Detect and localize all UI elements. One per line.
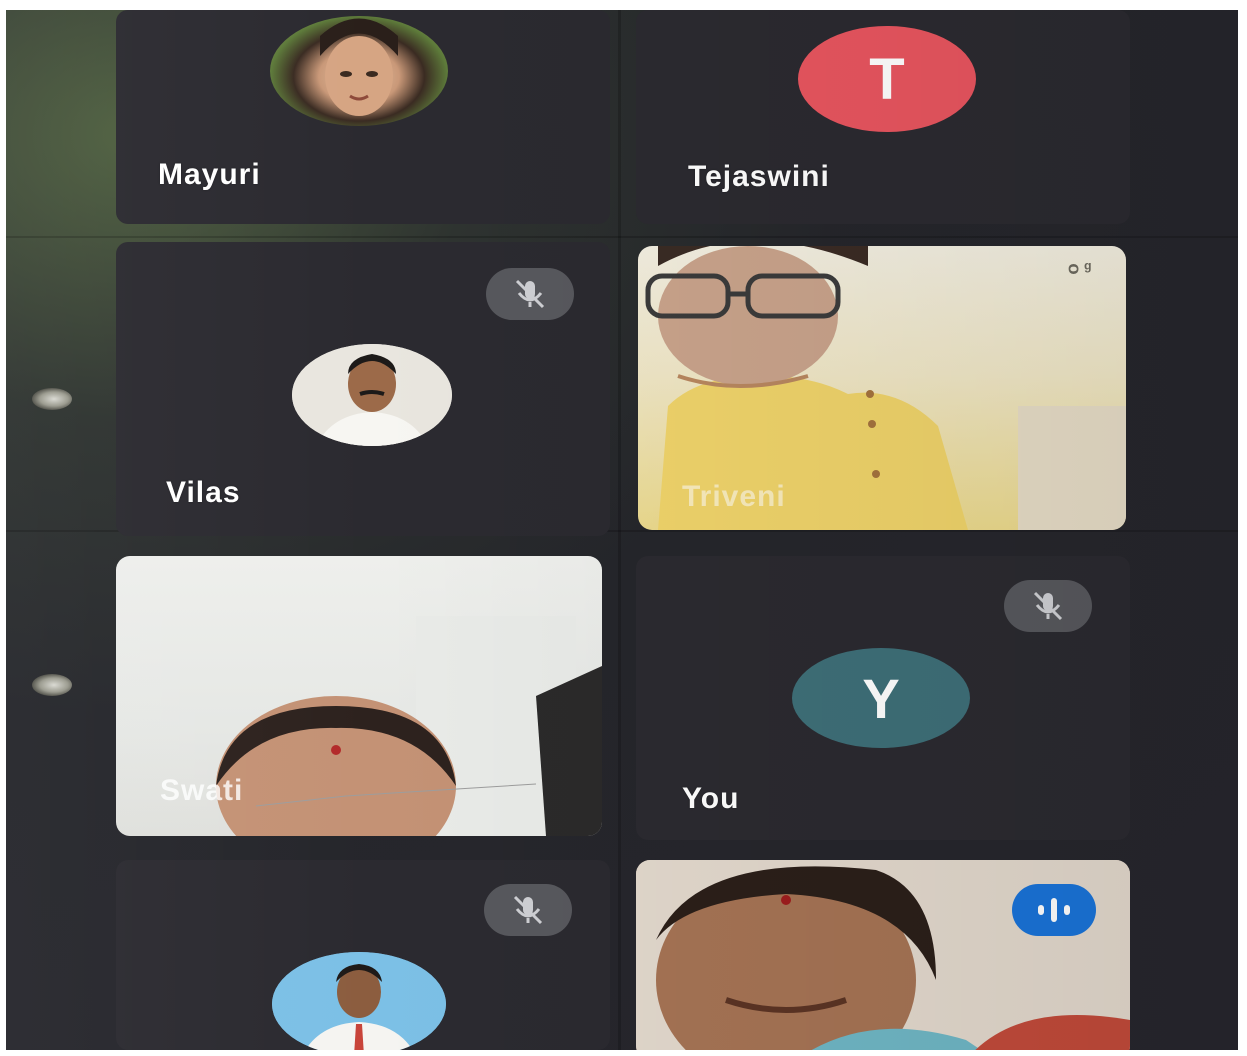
- avatar-initial: T: [798, 26, 976, 132]
- mic-off-icon: [484, 884, 572, 936]
- meeting-photo: Mayuri T Tejaswini Vilas ᴑ ᵍ Triveni Swa…: [6, 10, 1238, 1050]
- audio-level-icon: [1012, 884, 1096, 936]
- participant-name: Triveni: [682, 480, 786, 513]
- participant-tile-7[interactable]: [116, 860, 610, 1050]
- avatar: [292, 344, 452, 446]
- pin-icon[interactable]: ᴑ ᵍ: [1068, 258, 1091, 279]
- participant-name: Mayuri: [158, 158, 261, 191]
- participant-tile-tejaswini[interactable]: T Tejaswini: [636, 10, 1130, 224]
- mic-off-icon: [486, 268, 574, 320]
- participant-tile-vilas[interactable]: Vilas: [116, 242, 610, 536]
- participant-name: You: [682, 782, 740, 815]
- avatar-initial: Y: [792, 648, 970, 748]
- participant-video-swati[interactable]: Swati: [116, 556, 602, 836]
- participant-name: Tejaswini: [688, 160, 830, 193]
- participant-name: Swati: [160, 774, 244, 807]
- punch-hole: [32, 674, 72, 696]
- participant-video-8[interactable]: [636, 860, 1130, 1050]
- participant-video-triveni[interactable]: ᴑ ᵍ Triveni: [638, 246, 1126, 530]
- participant-tile-mayuri[interactable]: Mayuri: [116, 10, 610, 224]
- participant-name: Vilas: [166, 476, 241, 509]
- avatar: [270, 16, 448, 126]
- punch-hole: [32, 388, 72, 410]
- avatar: [272, 952, 446, 1050]
- participant-tile-you[interactable]: Y You: [636, 556, 1130, 840]
- mic-off-icon: [1004, 580, 1092, 632]
- paper-fold: [6, 236, 1238, 238]
